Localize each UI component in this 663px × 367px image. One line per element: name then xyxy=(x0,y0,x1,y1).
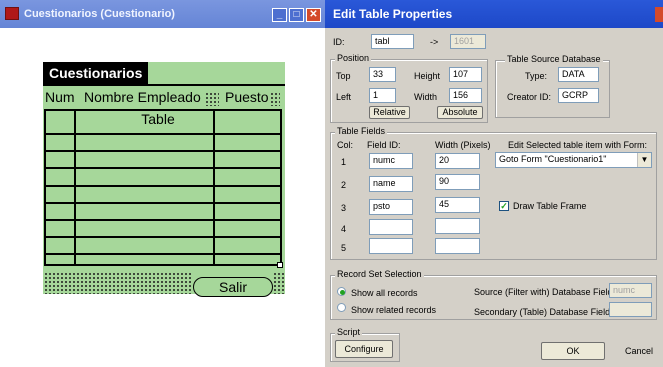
edit-selected-header: Edit Selected table item with Form: xyxy=(508,140,648,150)
dialog-close-icon[interactable] xyxy=(655,7,663,22)
ok-button[interactable]: OK xyxy=(541,342,605,360)
goto-form-select-value: Goto Form "Cuestionario1" xyxy=(499,154,607,164)
type-input[interactable]: DATA xyxy=(558,67,599,82)
show-all-radio[interactable] xyxy=(337,287,346,296)
top-label: Top xyxy=(336,71,351,81)
col-header: Col: xyxy=(337,140,354,150)
grid-dots xyxy=(273,272,285,294)
table-row-divider xyxy=(46,253,280,255)
width-pixels-header: Width (Pixels) xyxy=(435,140,491,150)
record-set-title: Record Set Selection xyxy=(335,269,424,279)
table-row-divider xyxy=(46,133,280,135)
secondary-field-input xyxy=(609,302,652,317)
configure-button[interactable]: Configure xyxy=(335,340,393,358)
field-id-header: Field ID: xyxy=(367,140,401,150)
source-field-label: Source (Filter with) Database Field: xyxy=(474,287,616,297)
field-id-input[interactable] xyxy=(369,238,413,254)
form-title: Cuestionarios xyxy=(43,62,149,84)
secondary-field-label: Secondary (Table) Database Field: xyxy=(474,307,613,317)
width-input[interactable]: 156 xyxy=(449,88,482,103)
form-title-underline xyxy=(43,84,285,86)
absolute-button[interactable]: Absolute xyxy=(437,106,483,119)
table-row-divider xyxy=(46,219,280,221)
field-id-input[interactable]: numc xyxy=(369,153,413,169)
grid-dots xyxy=(44,272,192,294)
field-id-input[interactable]: name xyxy=(369,176,413,192)
cancel-button[interactable]: Cancel xyxy=(625,346,653,356)
column-header-nombre[interactable]: Nombre Empleado xyxy=(84,89,201,105)
source-database-title: Table Source Database xyxy=(505,54,603,64)
script-title: Script xyxy=(335,327,363,337)
width-input[interactable] xyxy=(435,238,480,254)
table-row-divider xyxy=(46,150,280,152)
close-icon[interactable]: ✕ xyxy=(306,8,321,22)
grid-dots xyxy=(270,92,280,106)
table-row-divider xyxy=(46,185,280,187)
table-control[interactable] xyxy=(44,109,282,266)
type-label: Type: xyxy=(525,71,548,81)
left-label: Left xyxy=(336,92,352,102)
column-header-num[interactable]: Num xyxy=(45,89,75,105)
height-input[interactable]: 107 xyxy=(449,67,482,82)
creator-id-label: Creator ID: xyxy=(507,92,552,102)
id-input[interactable]: tabl xyxy=(371,34,414,49)
width-label: Width xyxy=(414,92,438,102)
width-input[interactable]: 20 xyxy=(435,153,480,169)
goto-form-select[interactable]: Goto Form "Cuestionario1" xyxy=(495,152,652,168)
position-group-title: Position xyxy=(335,53,372,63)
dialog-title: Edit Table Properties xyxy=(333,7,453,21)
height-label: Height xyxy=(414,71,441,81)
dialog-titlebar[interactable]: Edit Table Properties xyxy=(325,0,663,28)
table-row-divider xyxy=(46,167,280,169)
top-input[interactable]: 33 xyxy=(369,67,396,82)
id-number-field: 1601 xyxy=(450,34,486,49)
row-col-number: 3 xyxy=(341,203,347,213)
maximize-icon[interactable]: □ xyxy=(289,8,304,22)
resize-handle[interactable] xyxy=(277,262,283,268)
chevron-down-icon[interactable]: ▼ xyxy=(637,153,651,167)
minimize-icon[interactable]: _ xyxy=(272,8,287,22)
creator-id-input[interactable]: GCRP xyxy=(558,88,599,103)
show-all-label: Show all records xyxy=(351,288,418,298)
width-input[interactable]: 90 xyxy=(435,174,480,190)
row-col-number: 4 xyxy=(341,224,347,234)
field-id-input[interactable] xyxy=(369,219,413,235)
field-id-input[interactable]: psto xyxy=(369,199,413,215)
source-field-input: numc xyxy=(609,283,652,298)
show-related-radio[interactable] xyxy=(337,303,346,312)
salir-button[interactable]: Salir xyxy=(193,277,273,297)
draw-table-frame-checkbox[interactable]: ✓ xyxy=(499,201,509,211)
column-header-puesto[interactable]: Puesto xyxy=(225,89,269,105)
left-window-title: Cuestionarios (Cuestionario) xyxy=(24,8,175,20)
row-col-number: 2 xyxy=(341,180,347,190)
width-input[interactable]: 45 xyxy=(435,197,480,213)
show-related-label: Show related records xyxy=(351,305,437,315)
relative-button[interactable]: Relative xyxy=(369,106,410,119)
id-label: ID: xyxy=(333,37,345,47)
left-input[interactable]: 1 xyxy=(369,88,396,103)
table-label: Table xyxy=(141,111,175,127)
table-fields-title: Table Fields xyxy=(335,126,388,136)
table-row-divider xyxy=(46,236,280,238)
app-icon xyxy=(5,7,19,20)
grid-dots xyxy=(205,92,219,106)
table-row-divider xyxy=(46,202,280,204)
draw-table-frame-label: Draw Table Frame xyxy=(513,201,587,211)
width-input[interactable] xyxy=(435,218,480,234)
row-col-number: 5 xyxy=(341,243,347,253)
row-col-number: 1 xyxy=(341,157,347,167)
arrow-label: -> xyxy=(430,37,439,47)
